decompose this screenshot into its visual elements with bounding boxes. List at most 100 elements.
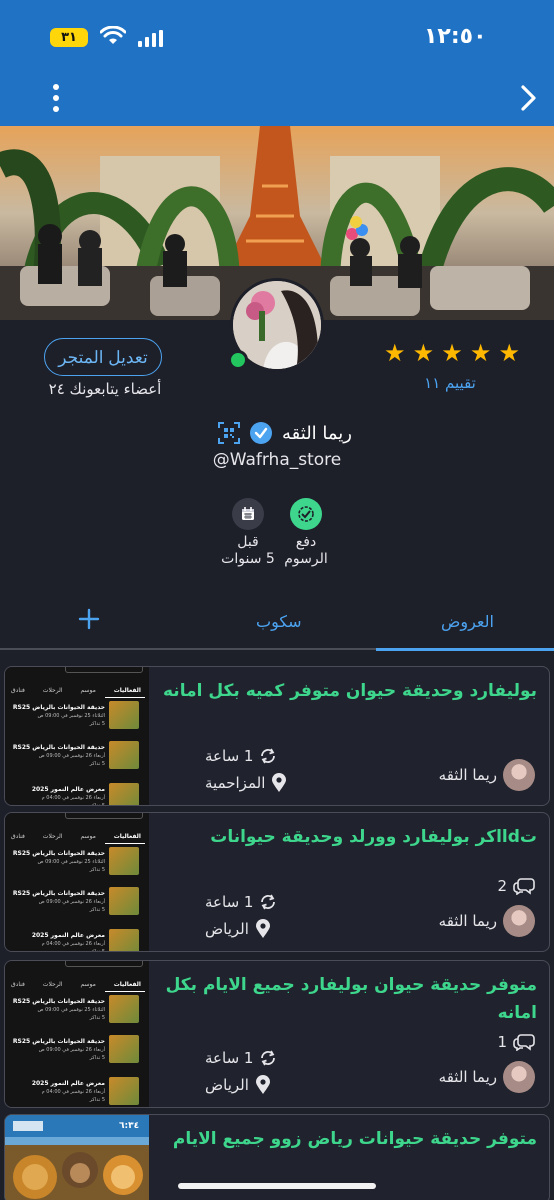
thumb-header-button bbox=[65, 961, 143, 967]
thumb-tab: فنادق bbox=[11, 981, 25, 988]
chevron-right-icon[interactable] bbox=[516, 84, 540, 112]
followers-count[interactable]: أعضاء يتابعونك ٢٤ bbox=[30, 380, 180, 398]
thumb-tab: فنادق bbox=[11, 687, 25, 694]
thumb-tab: الرحلات bbox=[42, 833, 63, 840]
member-since-badge: قبل 5 سنوات bbox=[208, 498, 288, 568]
event-thumb-image bbox=[109, 995, 139, 1023]
post-time-text: 1 ساعة bbox=[205, 747, 254, 765]
comments-icon bbox=[513, 878, 535, 895]
seller-info[interactable]: ريما الثقه bbox=[439, 1061, 535, 1093]
post-location: الرياض bbox=[205, 919, 271, 939]
event-thumb-image bbox=[109, 1035, 139, 1063]
offer-title[interactable]: متوفر حديقة حيوان بوليفارد جميع الايام ب… bbox=[157, 971, 537, 1027]
star-icon: ★ bbox=[498, 339, 520, 367]
event-thumb-image bbox=[109, 783, 139, 805]
seller-avatar bbox=[503, 1061, 535, 1093]
post-time-text: 1 ساعة bbox=[205, 1049, 254, 1067]
edit-store-button[interactable]: تعديل المتجر bbox=[44, 338, 162, 376]
event-tickets: 5 تذاكر bbox=[89, 1055, 105, 1061]
offer-title[interactable]: بوليفارد وحديقة حيوان متوفر كميه بكل اما… bbox=[157, 677, 537, 705]
refresh-icon bbox=[261, 1050, 276, 1066]
event-date: أربعاء 26 نوفمبر في 09:00 ص bbox=[38, 753, 105, 759]
offer-card[interactable]: الفعاليات موسم الرحلات فنادق حديقة الحيو… bbox=[4, 960, 550, 1108]
offer-thumbnail[interactable]: الفعاليات موسم الرحلات فنادق حديقة الحيو… bbox=[5, 667, 149, 805]
event-tickets: 5 تذاكر bbox=[89, 907, 105, 913]
event-date: الثلاثاء 25 نوفمبر في 09:00 ص bbox=[37, 859, 105, 865]
thumb-tab: الرحلات bbox=[42, 981, 63, 988]
comment-count[interactable]: 1 bbox=[497, 1033, 535, 1051]
thumb-tab: موسم bbox=[80, 687, 96, 694]
seller-info[interactable]: ريما الثقه bbox=[439, 759, 535, 791]
event-title: حديقة الحيوانات بالرياض RS25 bbox=[12, 850, 105, 857]
verified-icon bbox=[250, 422, 272, 444]
event-thumb-image bbox=[109, 701, 139, 729]
event-date: أربعاء 26 نوفمبر في 04:00 م bbox=[41, 1089, 105, 1095]
thumb-tabs: الفعاليات موسم الرحلات فنادق bbox=[11, 981, 141, 988]
thumb-tab: الرحلات bbox=[42, 687, 63, 694]
seller-avatar bbox=[503, 759, 535, 791]
offer-card[interactable]: الفعاليات موسم الرحلات فنادق حديقة الحيو… bbox=[4, 812, 550, 952]
seller-info[interactable]: ريما الثقه bbox=[439, 905, 535, 937]
thumb-tabs: الفعاليات موسم الرحلات فنادق bbox=[11, 687, 141, 694]
event-tickets: 5 تذاكر bbox=[89, 1097, 105, 1103]
star-icon: ★ bbox=[441, 339, 463, 367]
since-line2: 5 سنوات bbox=[221, 551, 275, 567]
refresh-icon bbox=[261, 894, 276, 910]
location-text: الرياض bbox=[205, 1076, 249, 1094]
event-date: الثلاثاء 25 نوفمبر في 09:00 ص bbox=[37, 1007, 105, 1013]
online-status-dot bbox=[228, 350, 248, 370]
store-handle: @Wafrha_store bbox=[212, 450, 342, 470]
active-tab-indicator bbox=[376, 648, 554, 651]
comment-count[interactable]: 2 bbox=[497, 877, 535, 895]
tab-offers[interactable]: العروض bbox=[441, 612, 494, 631]
offer-title[interactable]: متوفر حديقة حيوانات رياض زوو جميع الايام bbox=[157, 1125, 537, 1153]
event-tickets: 5 تذاكر bbox=[89, 761, 105, 767]
event-thumb-image bbox=[109, 741, 139, 769]
event-tickets: 5 تذاكر bbox=[11, 802, 105, 805]
offer-thumbnail[interactable]: الفعاليات موسم الرحلات فنادق حديقة الحيو… bbox=[5, 813, 149, 951]
store-name-row: ريما الثقه bbox=[200, 422, 370, 444]
event-title: حديقة الحيوانات بالرياض RS25 bbox=[12, 1038, 105, 1045]
offer-thumbnail[interactable]: ٦:٣٤ bbox=[5, 1115, 149, 1200]
event-title: حديقة الحيوانات بالرياض RS25 bbox=[12, 890, 105, 897]
offer-card[interactable]: الفعاليات موسم الرحلات فنادق حديقة الحيو… bbox=[4, 666, 550, 806]
offer-thumbnail[interactable]: الفعاليات موسم الرحلات فنادق حديقة الحيو… bbox=[5, 961, 149, 1107]
store-name: ريما الثقه bbox=[282, 422, 352, 444]
since-line1: قبل bbox=[237, 534, 259, 550]
thumb-tab: الفعاليات bbox=[113, 833, 141, 840]
seller-avatar bbox=[503, 905, 535, 937]
signal-icon bbox=[138, 30, 163, 47]
rating-stars: ★ ★ ★ ★ ★ bbox=[384, 340, 520, 366]
thumb-tab: الفعاليات bbox=[113, 687, 141, 694]
event-date: أربعاء 26 نوفمبر في 04:00 م bbox=[41, 941, 105, 947]
battery-icon: ٣١ bbox=[50, 28, 88, 47]
event-date: أربعاء 26 نوفمبر في 04:00 م bbox=[41, 795, 105, 801]
event-title: حديقة الحيوانات بالرياض RS25 bbox=[12, 998, 105, 1005]
post-location: الرياض bbox=[205, 1075, 271, 1095]
more-options-icon[interactable] bbox=[44, 80, 68, 116]
event-title: حديقة الحيوانات بالرياض RS25 bbox=[12, 744, 105, 751]
status-time: ١٢:٥٠ bbox=[424, 24, 487, 49]
post-time-text: 1 ساعة bbox=[205, 893, 254, 911]
top-bar: ٣١ ١٢:٥٠ bbox=[0, 0, 554, 126]
home-indicator[interactable] bbox=[178, 1183, 376, 1189]
add-icon[interactable] bbox=[76, 606, 102, 632]
star-icon: ★ bbox=[412, 339, 435, 367]
location-text: الرياض bbox=[205, 920, 249, 938]
qr-code-icon[interactable] bbox=[218, 422, 240, 444]
thumb-tab: موسم bbox=[80, 833, 96, 840]
seller-name: ريما الثقه bbox=[438, 912, 497, 930]
star-icon: ★ bbox=[469, 339, 492, 367]
event-tickets: 5 تذاكر bbox=[89, 867, 105, 873]
refresh-icon bbox=[261, 748, 276, 764]
thumb-tab: موسم bbox=[80, 981, 96, 988]
offer-title[interactable]: تdااكر بوليفارد وورلد وحديقة حيوانات bbox=[157, 823, 537, 851]
event-tickets: 5 تذاكر bbox=[89, 1015, 105, 1021]
wifi-icon bbox=[100, 26, 126, 44]
location-text: المزاحمية bbox=[205, 774, 266, 792]
rating-count[interactable]: تقييم ١١ bbox=[400, 374, 500, 392]
tab-scoops[interactable]: سكوب bbox=[256, 612, 302, 631]
event-thumb-image bbox=[109, 1077, 139, 1105]
event-title: معرض عالم النمور 2025 bbox=[31, 1080, 105, 1087]
event-date: أربعاء 26 نوفمبر في 09:00 ص bbox=[38, 899, 105, 905]
